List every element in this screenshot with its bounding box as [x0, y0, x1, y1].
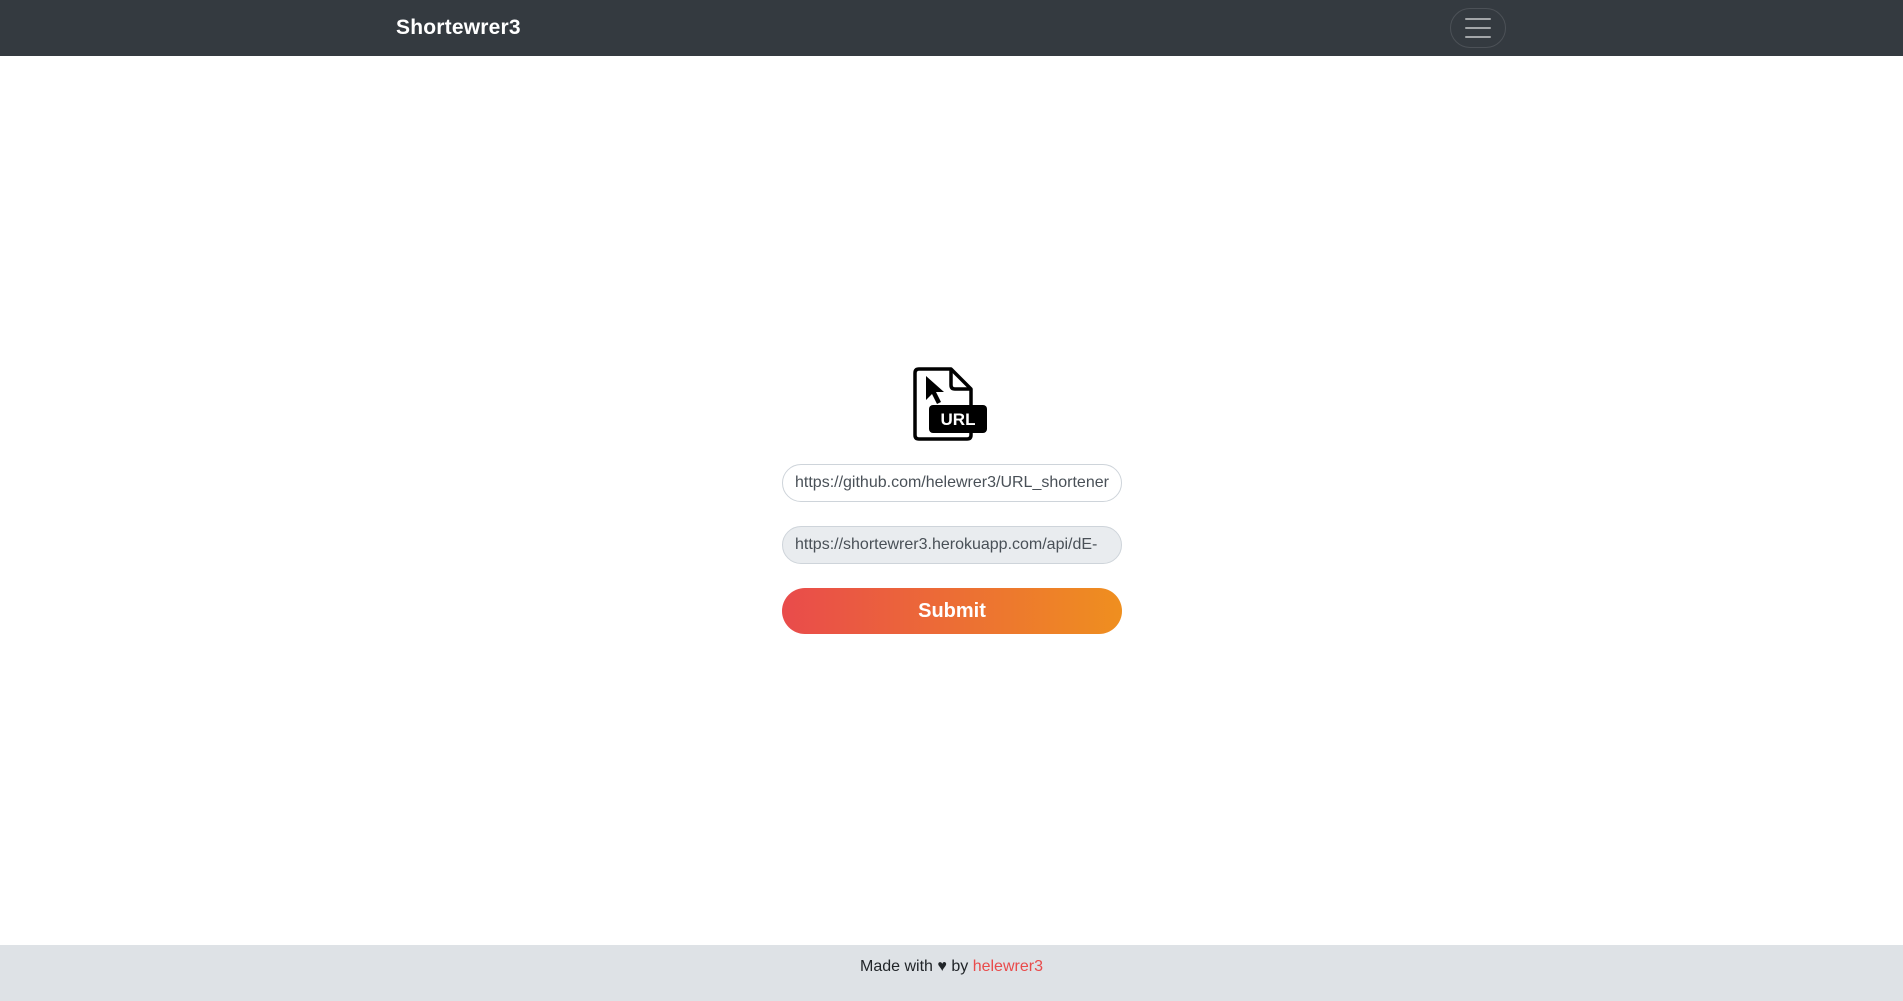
short-url-value: https://shortewrer3.herokuapp.com/api/dE…	[795, 536, 1098, 553]
footer: Made with ♥ by helewrer3	[0, 945, 1903, 1001]
short-url-output[interactable]: https://shortewrer3.herokuapp.com/api/dE…	[782, 526, 1122, 564]
footer-by: by	[946, 958, 973, 975]
navbar: Shortewrer3	[0, 0, 1903, 56]
long-url-input[interactable]: https://github.com/helewrer3/URL_shorten…	[782, 464, 1122, 502]
url-badge-text: URL	[941, 410, 976, 429]
submit-button[interactable]: Submit	[782, 588, 1122, 634]
long-url-value: https://github.com/helewrer3/URL_shorten…	[795, 474, 1109, 491]
heart-icon: ♥	[937, 958, 947, 975]
brand-link[interactable]: Shortewrer3	[396, 16, 521, 40]
footer-prefix: Made with	[860, 958, 938, 975]
navbar-toggler-button[interactable]	[1450, 8, 1506, 48]
author-link[interactable]: helewrer3	[973, 958, 1043, 975]
url-file-icon: URL	[913, 367, 987, 441]
hamburger-icon	[1465, 18, 1491, 38]
